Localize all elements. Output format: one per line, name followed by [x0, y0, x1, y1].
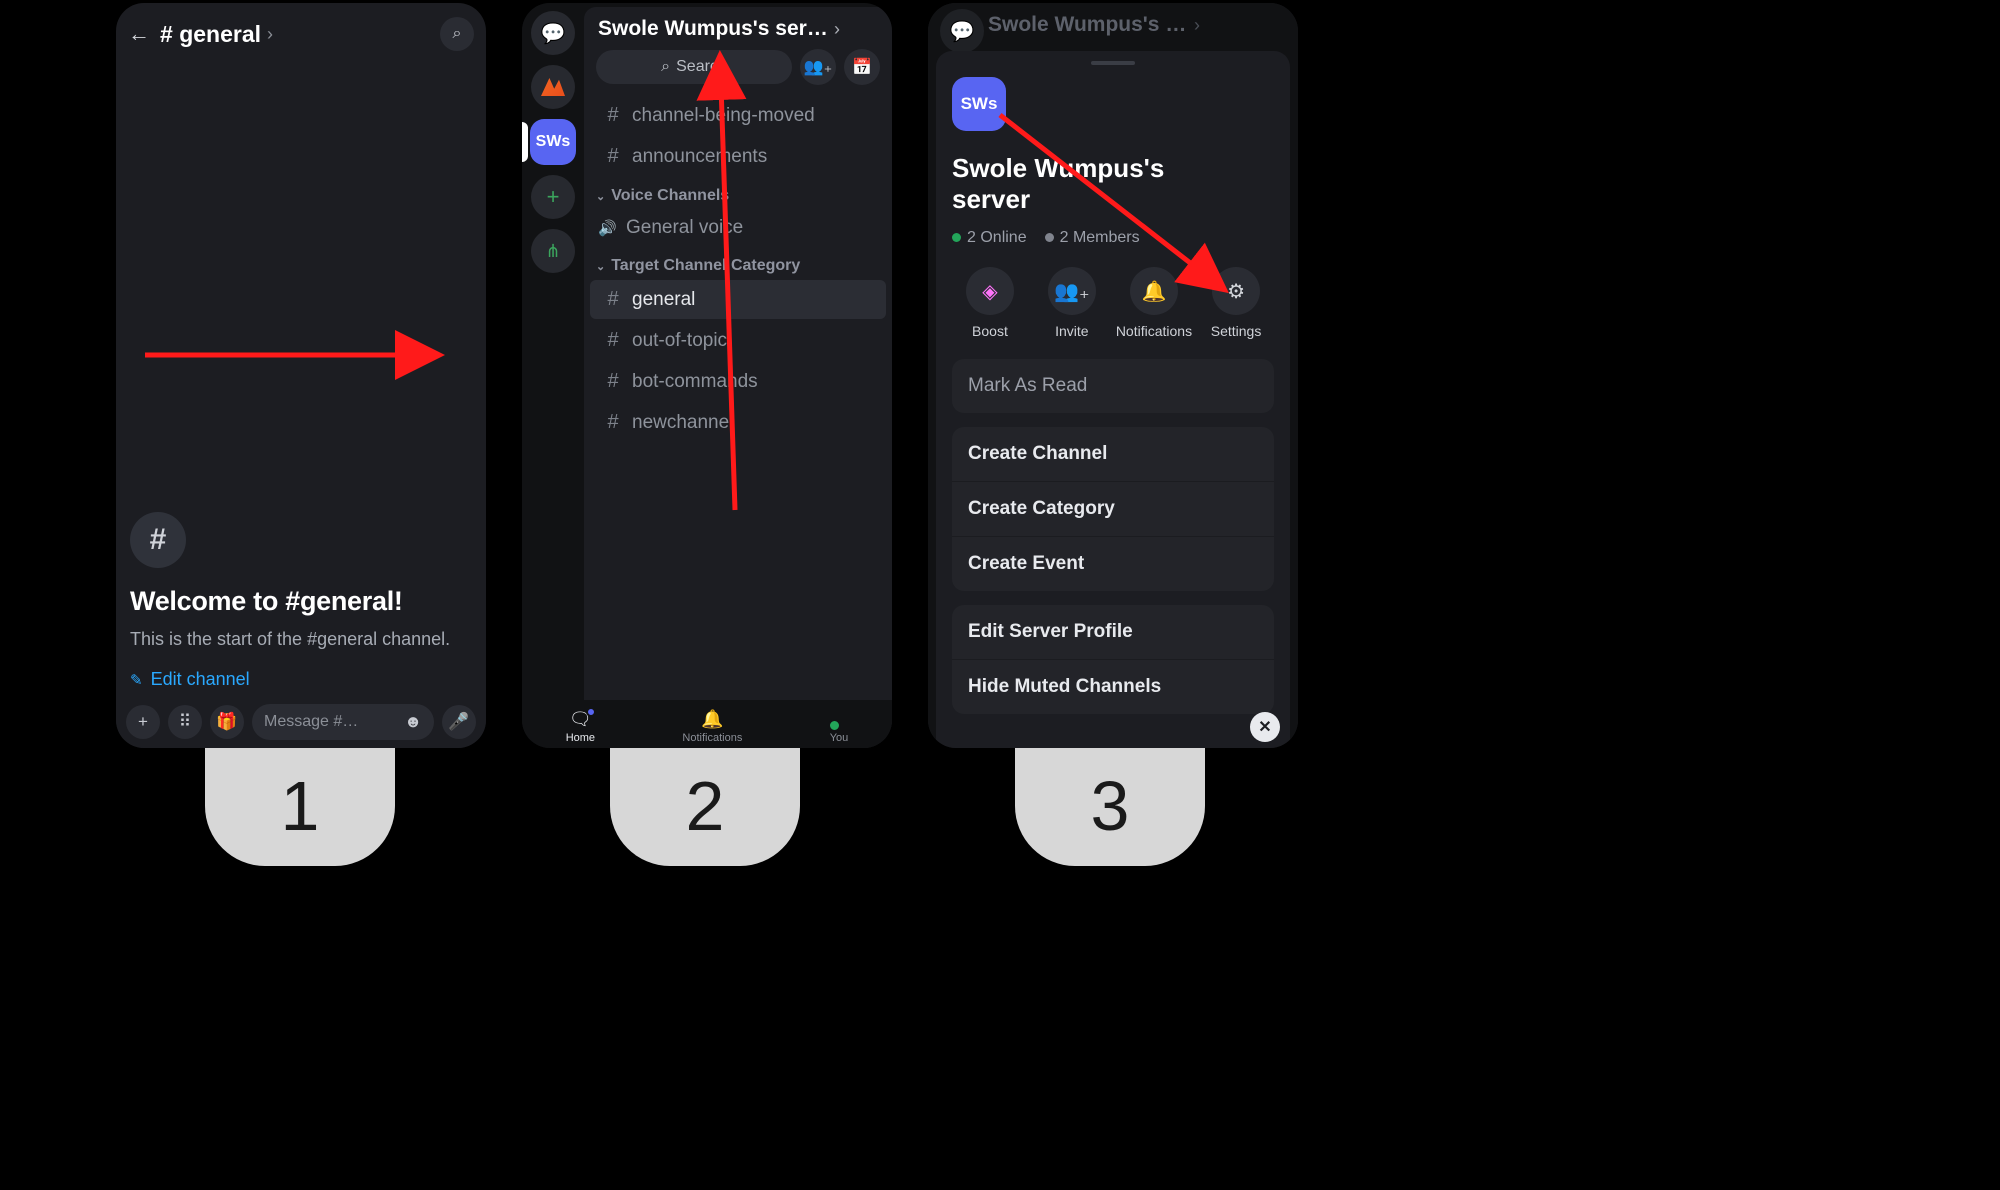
close-button[interactable]: ✕	[1250, 712, 1280, 742]
message-placeholder: Message #…	[264, 713, 358, 731]
bell-icon: 🔔	[1130, 267, 1178, 315]
hash-icon: #	[604, 288, 622, 311]
create-channel-item[interactable]: Create Channel	[952, 427, 1274, 481]
apps-button[interactable]: ⠿	[168, 705, 202, 739]
home-icon: 🗨	[569, 709, 592, 730]
bell-icon: 🔔	[701, 709, 723, 730]
sheet-handle[interactable]	[1091, 61, 1135, 65]
nav-you[interactable]: You	[830, 730, 849, 744]
emoji-icon[interactable]: ☻	[404, 712, 422, 732]
active-server-icon[interactable]: SWs	[530, 119, 576, 165]
channel-header: ← # general › ⌕	[116, 3, 486, 61]
mark-read-card: Mark As Read	[952, 359, 1274, 413]
notification-dot	[586, 707, 596, 717]
search-label: Search	[676, 58, 727, 76]
quick-actions: ◈ Boost 👥₊ Invite 🔔 Notifications ⚙ Sett…	[952, 267, 1274, 339]
mic-button[interactable]: 🎤	[442, 705, 476, 739]
server-logo-icon	[541, 78, 565, 96]
nav-notifications[interactable]: 🔔 Notifications	[682, 709, 742, 744]
bottom-nav: 🗨 Home 🔔 Notifications You	[522, 700, 892, 748]
server-icon: SWs	[952, 77, 1006, 131]
channel-item[interactable]: #newchannel	[590, 403, 886, 442]
channel-item[interactable]: #out-of-topic	[590, 321, 886, 360]
create-event-item[interactable]: Create Event	[952, 536, 1274, 591]
create-card: Create Channel Create Category Create Ev…	[952, 427, 1274, 591]
server-icon-1[interactable]	[531, 65, 575, 109]
search-icon: ⌕	[661, 58, 670, 76]
mark-as-read-item[interactable]: Mark As Read	[952, 359, 1274, 413]
caret-down-icon: ⌄	[596, 190, 605, 203]
boost-button[interactable]: ◈ Boost	[952, 267, 1028, 339]
hash-icon: #	[604, 411, 622, 434]
hash-icon: #	[130, 512, 186, 568]
dm-button[interactable]: 💬	[531, 11, 575, 55]
channel-item[interactable]: #channel-being-moved	[590, 96, 886, 135]
server-stats: 2 Online 2 Members	[952, 229, 1274, 247]
screenshot-3: 💬 Swole Wumpus's serv… › SWs Swole Wumpu…	[928, 3, 1298, 748]
category-header-target[interactable]: ⌄Target Channel Category	[584, 247, 892, 279]
message-input[interactable]: Message #… ☻	[252, 704, 434, 740]
members-dot-icon	[1045, 233, 1054, 242]
notifications-button[interactable]: 🔔 Notifications	[1116, 267, 1192, 339]
invite-button[interactable]: 👥₊	[800, 49, 836, 85]
category-header-voice[interactable]: ⌄Voice Channels	[584, 177, 892, 209]
server-title-dimmed: Swole Wumpus's serv… ›	[928, 3, 1298, 43]
server-name: Swole Wumpus's server	[952, 153, 1212, 215]
online-dot-icon	[952, 233, 961, 242]
settings-button[interactable]: ⚙ Settings	[1198, 267, 1274, 339]
step-badge-2: 2	[610, 746, 800, 866]
welcome-heading: Welcome to #general!	[130, 586, 472, 617]
server-rail: 💬 SWs + ⋔	[522, 3, 584, 748]
server-actions-sheet: SWs Swole Wumpus's server 2 Online 2 Mem…	[936, 51, 1290, 748]
attach-button[interactable]: +	[126, 705, 160, 739]
edit-channel-link[interactable]: ✎ Edit channel	[130, 669, 472, 690]
hide-muted-channels-item[interactable]: Hide Muted Channels	[952, 659, 1274, 714]
voice-channel-item[interactable]: 🔊General voice	[584, 209, 892, 247]
hash-icon: #	[604, 145, 622, 168]
edit-channel-label: Edit channel	[151, 669, 250, 690]
pencil-icon: ✎	[130, 671, 143, 689]
search-icon[interactable]: ⌕	[440, 17, 474, 51]
search-input[interactable]: ⌕ Search	[596, 50, 792, 84]
hash-icon: #	[604, 370, 622, 393]
channel-item-selected[interactable]: #general	[590, 280, 886, 319]
hash-icon: #	[604, 329, 622, 352]
step-badge-3: 3	[1015, 746, 1205, 866]
step-badge-1: 1	[205, 746, 395, 866]
edit-server-profile-item[interactable]: Edit Server Profile	[952, 605, 1274, 659]
channel-item[interactable]: #bot-commands	[590, 362, 886, 401]
more-card: Edit Server Profile Hide Muted Channels	[952, 605, 1274, 714]
gift-button[interactable]: 🎁	[210, 705, 244, 739]
add-server-button[interactable]: +	[531, 175, 575, 219]
caret-down-icon: ⌄	[596, 260, 605, 273]
discover-button[interactable]: ⋔	[531, 229, 575, 273]
gear-icon: ⚙	[1212, 267, 1260, 315]
channel-title[interactable]: # general	[160, 21, 261, 48]
speaker-icon: 🔊	[598, 219, 616, 237]
chevron-right-icon: ›	[1194, 15, 1200, 36]
create-category-item[interactable]: Create Category	[952, 481, 1274, 536]
chevron-right-icon: ›	[267, 24, 273, 45]
invite-button[interactable]: 👥₊ Invite	[1034, 267, 1110, 339]
nav-home[interactable]: 🗨 Home	[566, 709, 595, 744]
composer-bar: + ⠿ 🎁 Message #… ☻ 🎤	[116, 696, 486, 748]
server-title: Swole Wumpus's serv…	[598, 17, 828, 41]
hash-icon: #	[604, 104, 622, 127]
chevron-right-icon: ›	[834, 19, 840, 40]
welcome-description: This is the start of the #general channe…	[130, 627, 472, 651]
invite-icon: 👥₊	[1048, 267, 1096, 315]
channel-list-panel: Swole Wumpus's serv… › ⌕ Search 👥₊ 📅 #ch…	[584, 7, 892, 748]
dm-button-dimmed: 💬	[940, 9, 984, 53]
back-icon[interactable]: ←	[128, 21, 150, 47]
boost-icon: ◈	[966, 267, 1014, 315]
channel-item[interactable]: #announcements	[590, 137, 886, 176]
server-title-row[interactable]: Swole Wumpus's serv… ›	[584, 7, 892, 49]
events-button[interactable]: 📅	[844, 49, 880, 85]
channel-welcome-block: # Welcome to #general! This is the start…	[116, 512, 486, 690]
active-server-indicator	[522, 122, 528, 162]
screenshot-2: 💬 SWs + ⋔ Swole Wumpus's serv… › ⌕ Searc…	[522, 3, 892, 748]
screenshot-1: ← # general › ⌕ # Welcome to #general! T…	[116, 3, 486, 748]
